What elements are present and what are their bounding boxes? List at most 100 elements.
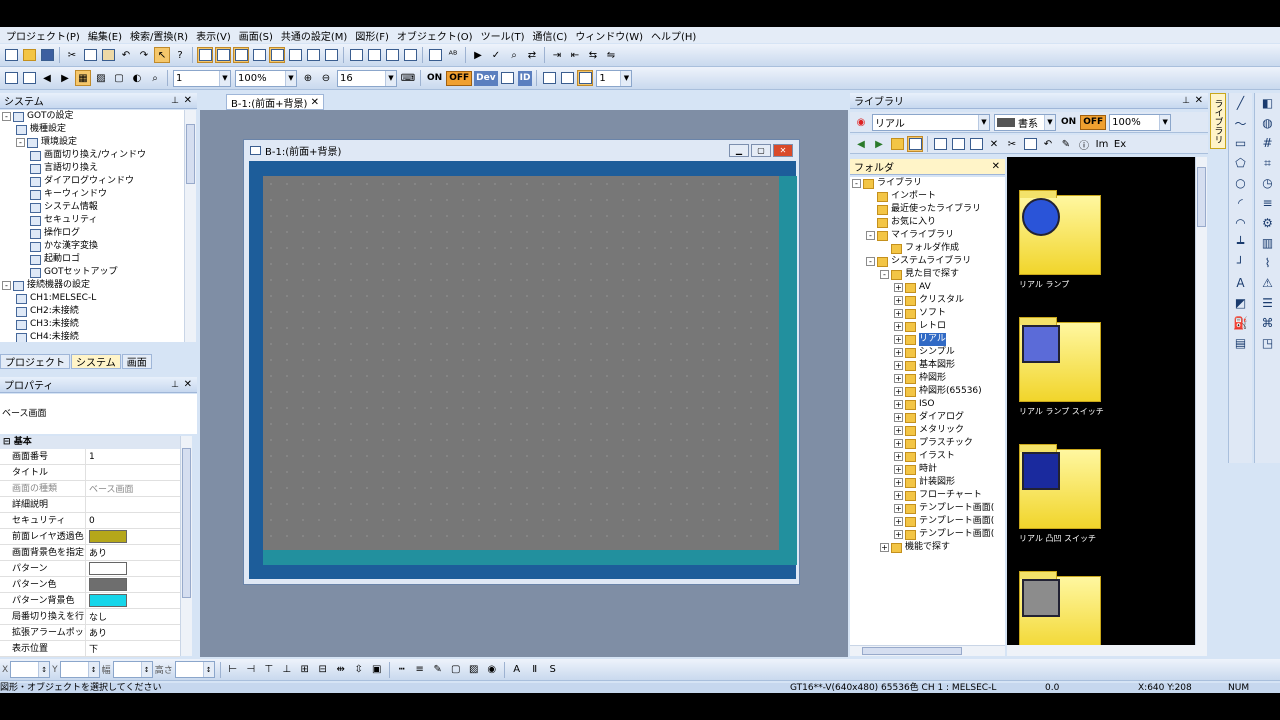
property-value[interactable]: ベース画面 xyxy=(86,481,180,496)
expander-icon[interactable]: + xyxy=(894,439,903,448)
verify-icon[interactable]: ⇆ xyxy=(585,47,601,63)
communication-icon[interactable]: ⇋ xyxy=(603,47,619,63)
paste-icon[interactable] xyxy=(100,47,116,63)
menu-item[interactable]: 検索/置換(R) xyxy=(126,28,192,43)
screen-list-icon[interactable] xyxy=(269,47,285,63)
library-folder-item[interactable]: 最近使ったライブラリ xyxy=(850,203,1005,216)
cut-icon[interactable]: ✂ xyxy=(1004,136,1020,152)
alarm-icon[interactable]: ⚠ xyxy=(1259,274,1277,292)
library-folder-item[interactable]: フォルダ作成 xyxy=(850,242,1005,255)
expander-icon[interactable]: - xyxy=(2,281,11,290)
menu-item[interactable]: ツール(T) xyxy=(477,28,529,43)
hatch-icon[interactable]: ▤ xyxy=(1232,334,1250,352)
write-to-got-icon[interactable]: ⇥ xyxy=(549,47,565,63)
menu-item[interactable]: 図形(F) xyxy=(351,28,393,43)
expander-icon[interactable]: - xyxy=(880,270,889,279)
lamp-object-icon[interactable]: ◍ xyxy=(1259,114,1277,132)
distribute-h-icon[interactable]: ⇹ xyxy=(333,662,349,678)
library-part-thumbnail[interactable] xyxy=(1019,571,1101,656)
tree-item[interactable]: システム情報 xyxy=(0,201,184,214)
forward-icon[interactable]: ▶ xyxy=(871,136,887,152)
tab-project[interactable]: プロジェクト xyxy=(0,354,70,369)
tree-item[interactable]: 機種設定 xyxy=(0,123,184,136)
line-color-icon[interactable]: ✎ xyxy=(430,662,446,678)
align-top-icon[interactable]: ⊥ xyxy=(279,662,295,678)
library-folder-item[interactable]: - ライブラリ xyxy=(850,177,1005,190)
minimize-icon[interactable]: ▁ xyxy=(729,144,749,157)
menu-item[interactable]: オブジェクト(O) xyxy=(393,28,477,43)
rectangle-icon[interactable]: ▭ xyxy=(1232,134,1250,152)
undo-icon[interactable]: ↶ xyxy=(1040,136,1056,152)
device-display-toggle[interactable]: Dev xyxy=(474,70,498,86)
close-icon[interactable]: ✕ xyxy=(773,144,793,157)
simulate-icon[interactable]: ▶ xyxy=(470,47,486,63)
id-display-toggle[interactable]: ID xyxy=(517,70,533,86)
property-row[interactable]: セキュリティ 0 xyxy=(0,513,180,529)
device-list-icon[interactable] xyxy=(427,47,443,63)
object-display-icon[interactable] xyxy=(500,70,516,86)
read-from-got-icon[interactable]: ⇤ xyxy=(567,47,583,63)
menu-item[interactable]: ウィンドウ(W) xyxy=(571,28,647,43)
library-folder-item[interactable]: お気に入り xyxy=(850,216,1005,229)
tree-item[interactable]: かな漢字変換 xyxy=(0,240,184,253)
y-stepper[interactable]: ↕ xyxy=(59,661,100,678)
off-toggle[interactable]: OFF xyxy=(446,70,473,86)
height-stepper[interactable]: ↕ xyxy=(174,661,215,678)
polyline-icon[interactable]: 〜 xyxy=(1232,114,1250,132)
new-project-icon[interactable] xyxy=(3,47,19,63)
zoom-area-icon[interactable]: ⌕ xyxy=(147,70,163,86)
library-on-toggle[interactable]: ON xyxy=(1059,115,1078,130)
search-icon[interactable]: ⌕ xyxy=(506,47,522,63)
library-folder-item[interactable]: + 基本図形 xyxy=(850,359,1005,372)
property-value[interactable]: あり xyxy=(86,625,180,640)
library-folder-item[interactable]: + イラスト xyxy=(850,450,1005,463)
tab-system[interactable]: システム xyxy=(71,354,121,369)
close-icon[interactable]: ✕ xyxy=(992,161,1000,172)
pin-icon[interactable]: ⊥ xyxy=(171,96,179,106)
expander-icon[interactable]: + xyxy=(894,413,903,422)
library-folder-item[interactable]: + ソフト xyxy=(850,307,1005,320)
image-icon[interactable]: ◩ xyxy=(1232,294,1250,312)
circle-icon[interactable]: ○ xyxy=(1232,174,1250,192)
property-value[interactable] xyxy=(86,497,180,512)
pen-icon[interactable]: ✎ xyxy=(1058,136,1074,152)
piping-icon[interactable]: ┘ xyxy=(1232,254,1250,272)
property-value[interactable] xyxy=(86,465,180,480)
info-icon[interactable]: ⓘ xyxy=(1076,136,1092,152)
property-row[interactable]: パターン背景色 xyxy=(0,593,180,609)
copy-icon[interactable] xyxy=(968,136,984,152)
grid-display-icon[interactable]: ▦ xyxy=(75,70,91,86)
property-value[interactable] xyxy=(86,529,180,544)
library-folder-item[interactable]: インポート xyxy=(850,190,1005,203)
tree-item[interactable]: 操作ログ xyxy=(0,227,184,240)
cut-icon[interactable]: ✂ xyxy=(64,47,80,63)
folder-up-icon[interactable] xyxy=(889,136,905,152)
arrange-front-icon[interactable] xyxy=(348,47,364,63)
library-folder-item[interactable]: + クリスタル xyxy=(850,294,1005,307)
library-folder-item[interactable]: - 見た目で探す xyxy=(850,268,1005,281)
trend-icon[interactable]: ⌇ xyxy=(1259,254,1277,272)
paint-bucket-icon[interactable]: ⛽ xyxy=(1232,314,1250,332)
align-center-icon[interactable]: ⊣ xyxy=(243,662,259,678)
property-row[interactable]: 拡張アラームポップアッあり xyxy=(0,625,180,641)
fill-color-icon[interactable]: ◉ xyxy=(484,662,500,678)
close-icon[interactable]: ✕ xyxy=(1195,95,1203,106)
switch-object-icon[interactable]: ◧ xyxy=(1259,94,1277,112)
library-zoom-combo[interactable]: 100% ▼ xyxy=(1109,113,1172,131)
property-row[interactable]: 前面レイヤ透過色 xyxy=(0,529,180,545)
tree-item[interactable]: セキュリティ xyxy=(0,214,184,227)
text-icon[interactable]: A xyxy=(1232,274,1250,292)
align-left-icon[interactable]: ⊢ xyxy=(225,662,241,678)
library-folder-item[interactable]: + ダイアログ xyxy=(850,411,1005,424)
tree-item[interactable]: CH2:未接続 xyxy=(0,305,184,318)
library-side-tab[interactable]: ライブラリ xyxy=(1210,93,1226,149)
screen-report-icon[interactable] xyxy=(233,47,249,63)
property-row[interactable]: 局番切り換えを行う なし xyxy=(0,609,180,625)
library-folder-item[interactable]: - システムライブラリ xyxy=(850,255,1005,268)
library-folder-item[interactable]: + 機能で探す xyxy=(850,541,1005,554)
expander-icon[interactable]: + xyxy=(894,296,903,305)
expander-icon[interactable]: + xyxy=(894,387,903,396)
screen-base-icon[interactable] xyxy=(197,47,213,63)
thumbnail-scrollbar[interactable] xyxy=(1195,157,1207,645)
scale-icon[interactable]: ┷ xyxy=(1232,234,1250,252)
